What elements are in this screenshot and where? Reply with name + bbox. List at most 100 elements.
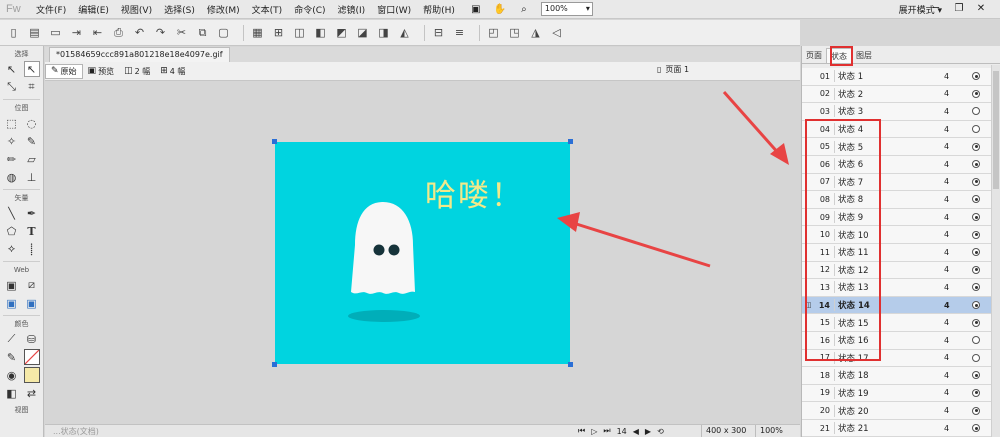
pen-icon[interactable]: ✒ — [24, 205, 40, 221]
state-delay[interactable]: 4 — [944, 336, 966, 345]
state-delay[interactable]: 4 — [944, 424, 966, 433]
eraser-icon[interactable]: ▱ — [24, 151, 40, 167]
state-visibility-toggle[interactable] — [972, 125, 980, 134]
state-name[interactable]: 状态 18 — [834, 369, 944, 382]
state-visibility-toggle[interactable] — [972, 160, 980, 169]
state-visibility-toggle[interactable] — [972, 72, 980, 81]
minimize-icon[interactable]: ─ — [928, 2, 944, 16]
import-icon[interactable]: ⇥ — [69, 25, 84, 40]
view-original-button[interactable]: ✎ 原始 — [45, 63, 83, 79]
stroke-color-swatch[interactable] — [23, 349, 40, 365]
menu-view[interactable]: 视图(V) — [115, 3, 158, 16]
view-preview-button[interactable]: ▣ 预览 — [83, 64, 120, 79]
state-visibility-toggle[interactable] — [972, 353, 980, 362]
state-row[interactable]: 01 状态 14 — [802, 68, 991, 86]
prev-frame-icon[interactable]: ◀ — [633, 427, 639, 436]
state-delay[interactable]: 4 — [944, 213, 966, 222]
undo-icon[interactable]: ↶ — [132, 25, 147, 40]
line-icon[interactable]: ╲ — [4, 205, 20, 221]
state-delay[interactable]: 4 — [944, 318, 966, 327]
state-delay[interactable]: 4 — [944, 406, 966, 415]
restore-icon[interactable]: ❐ — [951, 2, 967, 16]
state-delay[interactable]: 4 — [944, 89, 966, 98]
state-name[interactable]: 状态 19 — [834, 386, 944, 399]
show-slices-icon[interactable]: ▣ — [24, 295, 40, 311]
cut-icon[interactable]: ✂ — [174, 25, 189, 40]
hotspot-icon[interactable]: ▣ — [4, 277, 20, 293]
state-name[interactable]: 状态 21 — [834, 422, 944, 435]
group-icon[interactable]: ▦ — [250, 25, 265, 40]
state-delay[interactable]: 4 — [944, 283, 966, 292]
state-row[interactable]: 02 状态 24 — [802, 85, 991, 104]
document-tab[interactable]: *01584659ccc891a801218e18e4097e.gif — [49, 47, 230, 62]
state-delay[interactable]: 4 — [944, 160, 966, 169]
menu-text[interactable]: 文本(T) — [246, 3, 289, 16]
state-visibility-toggle[interactable] — [972, 230, 980, 239]
loop-icon[interactable]: ⟲ — [657, 427, 664, 436]
print-icon[interactable]: ⎙ — [111, 25, 126, 40]
selection-handle[interactable] — [568, 139, 573, 144]
state-visibility-toggle[interactable] — [972, 213, 980, 222]
pointer-icon[interactable]: ↖ — [4, 61, 20, 77]
state-delay[interactable]: 4 — [944, 353, 966, 362]
menu-modify[interactable]: 修改(M) — [201, 3, 246, 16]
state-visibility-toggle[interactable] — [972, 248, 980, 257]
flip-vertical-icon[interactable]: ◁ — [549, 25, 564, 40]
canvas-size[interactable]: 400 x 300 — [701, 425, 750, 437]
align-menu-icon[interactable]: ≡ — [452, 25, 467, 40]
first-frame-icon[interactable]: ⏮ — [578, 426, 585, 436]
state-delay[interactable]: 4 — [944, 230, 966, 239]
marquee-icon[interactable]: ⬚ — [4, 115, 20, 131]
close-icon[interactable]: ✕ — [973, 2, 989, 16]
new-icon[interactable]: ▯ — [6, 25, 21, 40]
copy-icon[interactable]: ⧉ — [195, 25, 210, 40]
ungroup-icon[interactable]: ⊞ — [271, 25, 286, 40]
magic-wand-icon[interactable]: ✧ — [4, 133, 20, 149]
tab-layers[interactable]: 图层 — [852, 48, 876, 63]
eyedropper-icon[interactable]: ⟋ — [4, 331, 20, 347]
blur-icon[interactable]: ◍ — [4, 169, 20, 185]
bring-forward-icon[interactable]: ◪ — [355, 25, 370, 40]
bring-front-icon[interactable]: ◩ — [334, 25, 349, 40]
menu-edit[interactable]: 编辑(E) — [72, 3, 115, 16]
split-icon[interactable]: ◧ — [313, 25, 328, 40]
export-icon[interactable]: ⇤ — [90, 25, 105, 40]
knife-icon[interactable]: ⸽ — [24, 241, 40, 257]
selection-handle[interactable] — [272, 362, 277, 367]
state-delay[interactable]: 4 — [944, 388, 966, 397]
paste-icon[interactable]: ▢ — [216, 25, 231, 40]
open-icon[interactable]: ▭ — [48, 25, 63, 40]
send-back-icon[interactable]: ◭ — [397, 25, 412, 40]
join-icon[interactable]: ◫ — [292, 25, 307, 40]
next-frame-icon[interactable]: ▶ — [645, 427, 651, 436]
scrollbar-thumb[interactable] — [993, 71, 999, 189]
polygon-icon[interactable]: ⬠ — [4, 223, 20, 239]
state-delay[interactable]: 4 — [944, 72, 966, 81]
state-row[interactable]: 19 状态 19 4 — [802, 384, 991, 403]
redo-icon[interactable]: ↷ — [153, 25, 168, 40]
state-visibility-toggle[interactable] — [972, 142, 980, 151]
stroke-pencil-icon[interactable]: ✎ — [4, 349, 20, 365]
paint-bucket-icon[interactable]: ⛁ — [24, 331, 40, 347]
slice-icon[interactable]: ⧄ — [24, 277, 40, 293]
state-name[interactable]: 状态 3 — [834, 105, 944, 118]
state-visibility-toggle[interactable] — [972, 318, 980, 327]
menu-window[interactable]: 窗口(W) — [371, 3, 417, 16]
document-canvas[interactable]: 哈喽！ — [272, 139, 573, 367]
pencil-icon[interactable]: ✏ — [4, 151, 20, 167]
state-name[interactable]: 状态 20 — [834, 404, 944, 417]
state-visibility-toggle[interactable] — [972, 89, 980, 98]
menu-file[interactable]: 文件(F) — [30, 3, 72, 16]
default-colors-icon[interactable]: ◧ — [4, 385, 20, 401]
state-name[interactable]: 状态 1 — [834, 70, 944, 83]
flip-horizontal-icon[interactable]: ◮ — [528, 25, 543, 40]
menu-select[interactable]: 选择(S) — [158, 3, 201, 16]
text-icon[interactable]: T — [24, 223, 40, 239]
frame-number[interactable]: 14 — [617, 427, 627, 436]
hand-icon[interactable]: ✋ — [491, 2, 509, 17]
subselect-icon[interactable]: ↖ — [23, 61, 40, 77]
rotate-right-icon[interactable]: ◳ — [507, 25, 522, 40]
menu-help[interactable]: 帮助(H) — [417, 3, 461, 16]
freeform-icon[interactable]: ⟡ — [4, 241, 20, 257]
status-zoom[interactable]: 100% — [755, 425, 787, 437]
